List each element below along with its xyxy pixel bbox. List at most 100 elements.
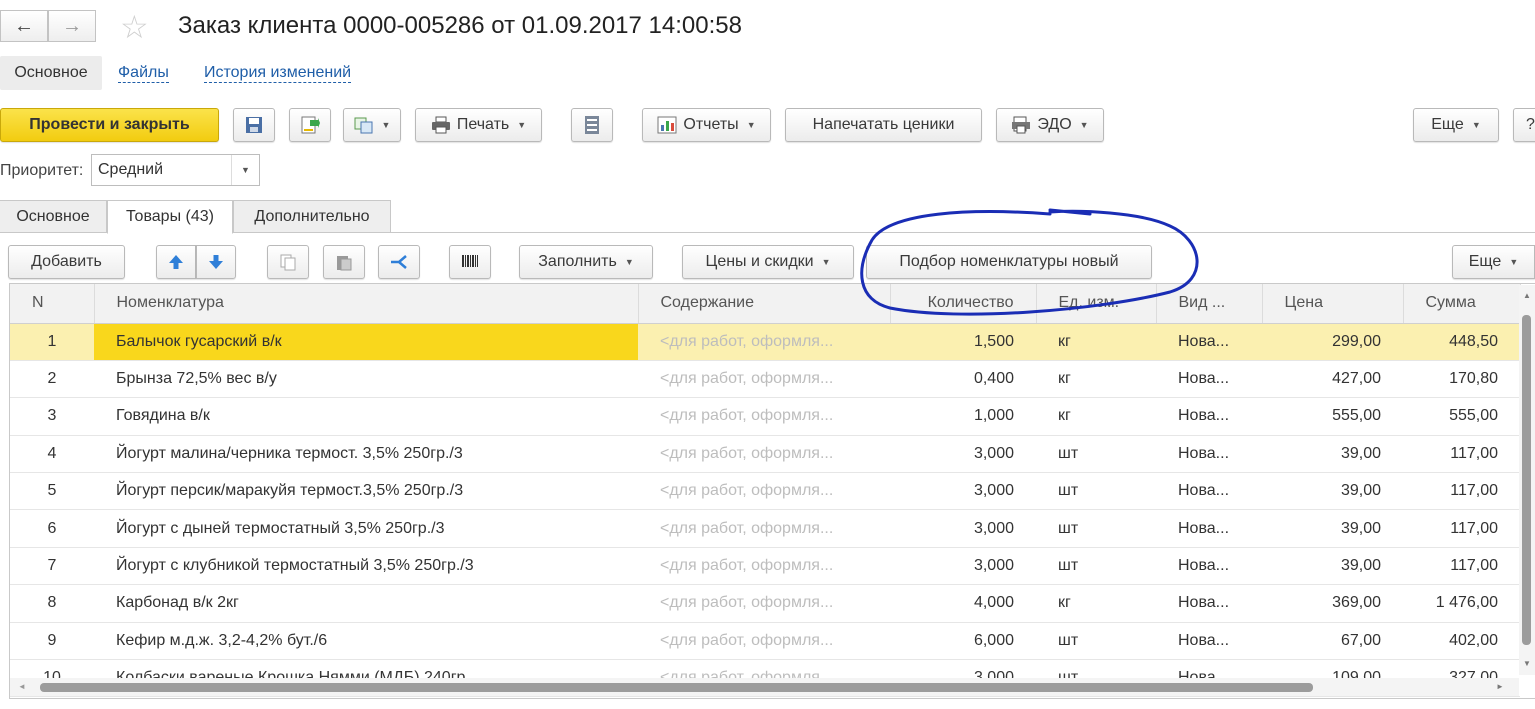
table-row[interactable]: 6 Йогурт с дыней термостатный 3,5% 250гр.… [10, 509, 1520, 548]
cell-kind[interactable]: Нова... [1156, 397, 1262, 436]
cell-item[interactable]: Говядина в/к [94, 397, 638, 436]
cell-content[interactable]: <для работ, оформля... [638, 397, 890, 436]
reports-button[interactable]: Отчеты ▼ [642, 108, 771, 142]
cell-content[interactable]: <для работ, оформля... [638, 622, 890, 661]
cell-sum[interactable]: 170,80 [1403, 360, 1520, 399]
cell-kind[interactable]: Нова... [1156, 622, 1262, 661]
cell-content[interactable]: <для работ, оформля... [638, 472, 890, 511]
cell-sum[interactable]: 117,00 [1403, 435, 1520, 474]
cell-quantity[interactable]: 0,400 [890, 360, 1036, 399]
star-icon[interactable]: ☆ [120, 8, 149, 46]
scroll-right-icon[interactable]: ► [1496, 682, 1504, 691]
cell-quantity[interactable]: 4,000 [890, 584, 1036, 623]
cell-item[interactable]: Балычок гусарский в/к [94, 323, 638, 361]
prices-discounts-button[interactable]: Цены и скидки ▼ [682, 245, 854, 279]
barcode-button[interactable] [449, 245, 491, 279]
cell-unit[interactable]: шт [1036, 622, 1156, 661]
cell-n[interactable]: 6 [10, 509, 94, 548]
cell-content[interactable]: <для работ, оформля... [638, 547, 890, 586]
post-and-close-button[interactable]: Провести и закрыть [0, 108, 219, 142]
table-row[interactable]: 5 Йогурт персик/маракуйя термост.3,5% 250… [10, 472, 1520, 511]
post-button[interactable] [289, 108, 331, 142]
cell-sum[interactable]: 448,50 [1403, 323, 1520, 361]
cell-quantity[interactable]: 1,500 [890, 323, 1036, 361]
cell-kind[interactable]: Нова... [1156, 435, 1262, 474]
cell-unit[interactable]: кг [1036, 323, 1156, 361]
cell-price[interactable]: 67,00 [1262, 622, 1403, 661]
cell-unit[interactable]: кг [1036, 584, 1156, 623]
table-more-button[interactable]: Еще ▼ [1452, 245, 1535, 279]
cell-unit[interactable]: шт [1036, 472, 1156, 511]
cell-sum[interactable]: 117,00 [1403, 547, 1520, 586]
help-button[interactable]: ? [1513, 108, 1535, 142]
cell-quantity[interactable]: 6,000 [890, 622, 1036, 661]
cell-n[interactable]: 8 [10, 584, 94, 623]
column-header-n[interactable]: N [10, 284, 95, 324]
print-price-tags-button[interactable]: Напечатать ценики [785, 108, 982, 142]
cell-item[interactable]: Кефир м.д.ж. 3,2-4,2% бут./6 [94, 622, 638, 661]
cell-kind[interactable]: Нова... [1156, 547, 1262, 586]
cell-sum[interactable]: 117,00 [1403, 472, 1520, 511]
cell-content[interactable]: <для работ, оформля... [638, 509, 890, 548]
cell-sum[interactable]: 555,00 [1403, 397, 1520, 436]
cell-kind[interactable]: Нова... [1156, 509, 1262, 548]
cell-item[interactable]: Йогурт с дыней термостатный 3,5% 250гр./… [94, 509, 638, 548]
vertical-scrollbar[interactable]: ▲ ▼ [1519, 285, 1535, 675]
copy-button[interactable] [267, 245, 309, 279]
horizontal-scrollbar[interactable]: ◄ ► [10, 678, 1519, 696]
section-main[interactable]: Основное [0, 56, 102, 90]
cell-content[interactable]: <для работ, оформля... [638, 360, 890, 399]
cell-unit[interactable]: кг [1036, 360, 1156, 399]
cell-item[interactable]: Йогурт малина/черника термост. 3,5% 250г… [94, 435, 638, 474]
cell-content[interactable]: <для работ, оформля... [638, 435, 890, 474]
move-up-button[interactable] [156, 245, 196, 279]
cell-price[interactable]: 427,00 [1262, 360, 1403, 399]
cell-sum[interactable]: 402,00 [1403, 622, 1520, 661]
edo-button[interactable]: ЭДО ▼ [996, 108, 1104, 142]
table-row[interactable]: 8 Карбонад в/к 2кг <для работ, оформля... 4… [10, 584, 1520, 623]
vertical-scroll-thumb[interactable] [1522, 315, 1531, 645]
cell-price[interactable]: 555,00 [1262, 397, 1403, 436]
cell-content[interactable]: <для работ, оформля... [638, 584, 890, 623]
cell-item[interactable]: Йогурт персик/маракуйя термост.3,5% 250г… [94, 472, 638, 511]
cell-price[interactable]: 39,00 [1262, 509, 1403, 548]
cell-quantity[interactable]: 3,000 [890, 547, 1036, 586]
cell-n[interactable]: 1 [10, 323, 94, 361]
paste-button[interactable] [323, 245, 365, 279]
cell-kind[interactable]: Нова... [1156, 584, 1262, 623]
table-row[interactable]: 2 Брынза 72,5% вес в/у <для работ, оформля… [10, 360, 1520, 399]
horizontal-scroll-thumb[interactable] [40, 683, 1313, 692]
cell-content[interactable]: <для работ, оформля... [638, 323, 890, 361]
table-row[interactable]: 4 Йогурт малина/черника термост. 3,5% 250… [10, 435, 1520, 474]
list-button[interactable] [571, 108, 613, 142]
cell-kind[interactable]: Нова... [1156, 472, 1262, 511]
cell-quantity[interactable]: 3,000 [890, 435, 1036, 474]
cell-sum[interactable]: 1 476,00 [1403, 584, 1520, 623]
cell-price[interactable]: 39,00 [1262, 547, 1403, 586]
more-button[interactable]: Еще ▼ [1413, 108, 1499, 142]
cell-price[interactable]: 369,00 [1262, 584, 1403, 623]
cell-quantity[interactable]: 1,000 [890, 397, 1036, 436]
column-header-price[interactable]: Цена [1262, 284, 1404, 324]
cell-n[interactable]: 2 [10, 360, 94, 399]
cell-unit[interactable]: шт [1036, 435, 1156, 474]
forward-button[interactable]: → [48, 10, 96, 42]
move-down-button[interactable] [196, 245, 236, 279]
print-button[interactable]: Печать ▼ [415, 108, 542, 142]
cell-n[interactable]: 7 [10, 547, 94, 586]
scroll-left-icon[interactable]: ◄ [18, 682, 26, 691]
scroll-up-icon[interactable]: ▲ [1523, 291, 1531, 300]
back-button[interactable]: ← [0, 10, 48, 42]
table-row[interactable]: 7 Йогурт с клубникой термостатный 3,5% 25… [10, 547, 1520, 586]
add-button[interactable]: Добавить [8, 245, 125, 279]
cell-n[interactable]: 3 [10, 397, 94, 436]
cell-n[interactable]: 4 [10, 435, 94, 474]
files-link[interactable]: Файлы [118, 64, 169, 83]
cell-n[interactable]: 5 [10, 472, 94, 511]
column-header-sum[interactable]: Сумма [1403, 284, 1521, 324]
cell-sum[interactable]: 117,00 [1403, 509, 1520, 548]
split-button[interactable] [378, 245, 420, 279]
chevron-down-icon[interactable]: ▼ [231, 155, 259, 185]
cell-kind[interactable]: Нова... [1156, 360, 1262, 399]
cell-price[interactable]: 39,00 [1262, 472, 1403, 511]
